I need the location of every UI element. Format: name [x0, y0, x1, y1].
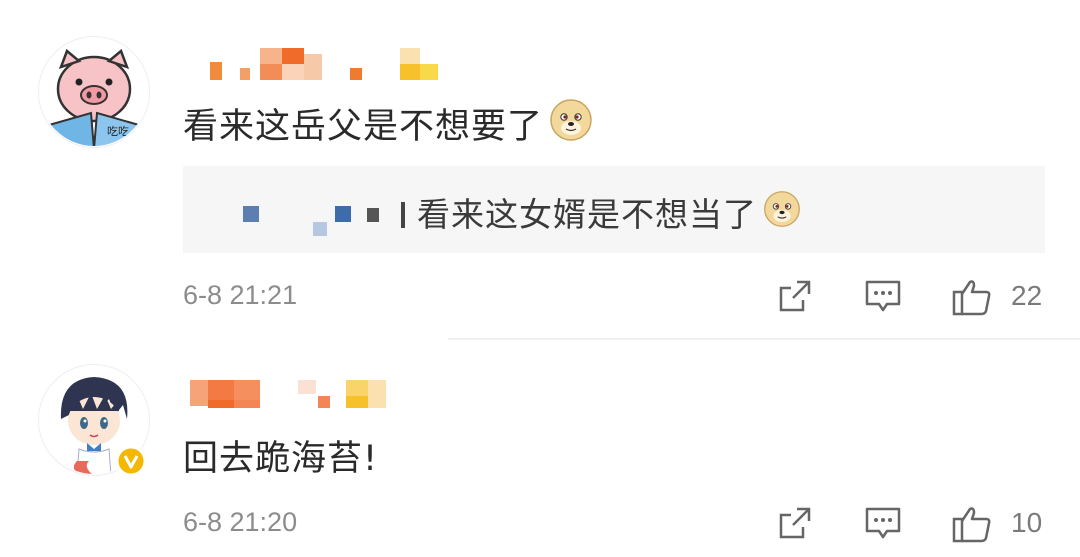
comment-item: 吃吃 看来这岳父是不想要了 看来这女婿是不想当了 6-8 21:21 22: [0, 0, 1080, 340]
thumbs-up-icon: [952, 280, 991, 316]
quoted-reply[interactable]: 看来这女婿是不想当了: [183, 166, 1045, 253]
username-mosaic[interactable]: [186, 374, 386, 414]
comment-time: 6-8 21:21: [183, 280, 298, 310]
doge-emoji-icon: [549, 98, 593, 151]
share-icon: [779, 280, 811, 312]
like-count: 10: [1011, 507, 1043, 538]
like-button[interactable]: [950, 503, 994, 545]
reply-username-mosaic: [243, 194, 405, 244]
comment-text: 回去跪海苔!: [183, 439, 379, 479]
like-count: 22: [1011, 280, 1043, 311]
reply-text: 看来这女婿是不想当了: [417, 188, 801, 240]
verified-badge-icon: [115, 445, 147, 477]
share-button[interactable]: [775, 503, 815, 543]
comment-meta: 6-8 21:21 22: [183, 276, 1053, 320]
divider: [448, 338, 1080, 340]
share-icon: [779, 507, 811, 539]
svg-text:吃吃: 吃吃: [107, 125, 129, 138]
comment-item: 回去跪海苔! 6-8 21:20 10: [0, 342, 1080, 557]
pig-avatar-icon: 吃吃: [40, 38, 148, 146]
user-avatar[interactable]: [38, 364, 150, 477]
comment-meta: 6-8 21:20 10: [183, 503, 1053, 547]
like-button[interactable]: [950, 276, 994, 318]
user-avatar[interactable]: 吃吃: [38, 36, 150, 148]
comment-text: 看来这岳父是不想要了: [183, 98, 593, 155]
share-button[interactable]: [775, 276, 815, 316]
comment-button[interactable]: [863, 503, 903, 543]
comment-time: 6-8 21:20: [183, 507, 298, 537]
comment-button[interactable]: [863, 276, 903, 316]
verified-badge: [115, 445, 147, 477]
doge-emoji-icon: [763, 190, 801, 236]
thumbs-up-icon: [952, 507, 991, 543]
comment-icon: [865, 507, 901, 539]
comment-icon: [865, 280, 901, 312]
username-mosaic[interactable]: [200, 44, 440, 84]
